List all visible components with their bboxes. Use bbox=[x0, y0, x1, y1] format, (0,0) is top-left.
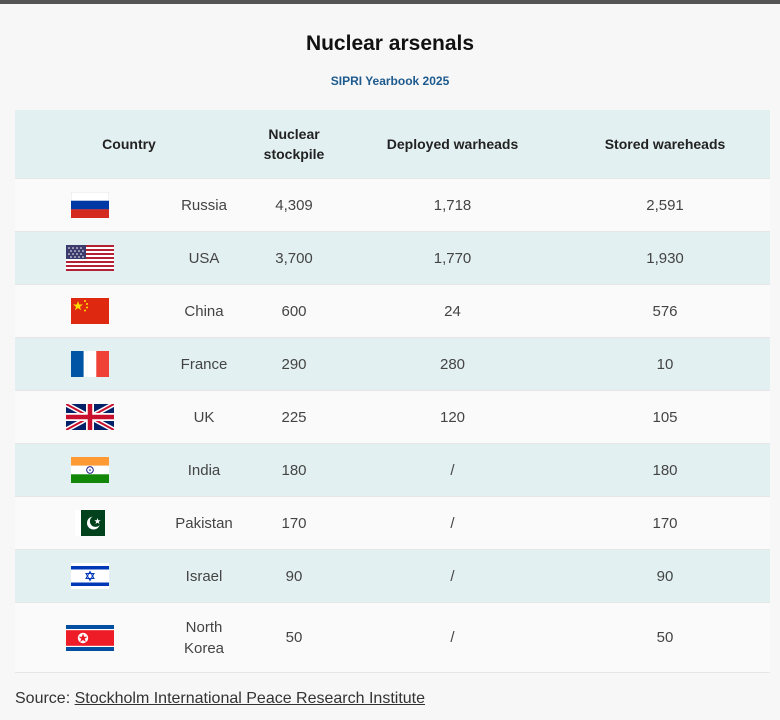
chart-subtitle: SIPRI Yearbook 2025 bbox=[330, 74, 450, 88]
deployed-cell: / bbox=[345, 443, 561, 497]
header-stored: Stored wareheads bbox=[560, 110, 771, 179]
deployed-cell: / bbox=[345, 549, 561, 603]
north-korea-flag-icon bbox=[66, 624, 114, 651]
country-cell: UK bbox=[165, 390, 244, 444]
country-cell: North Korea bbox=[165, 602, 244, 673]
stored-cell: 170 bbox=[560, 496, 771, 550]
deployed-cell: 1,770 bbox=[345, 231, 561, 285]
table-row: China 600 24 576 bbox=[15, 284, 771, 338]
country-cell: Israel bbox=[165, 549, 244, 603]
stockpile-cell: 170 bbox=[243, 496, 346, 550]
source-prefix: Source: bbox=[15, 690, 71, 707]
usa-flag-icon bbox=[66, 245, 114, 271]
header-country: Country bbox=[15, 110, 244, 179]
deployed-cell: 1,718 bbox=[345, 178, 561, 232]
deployed-cell: 120 bbox=[345, 390, 561, 444]
country-cell: Russia bbox=[165, 178, 244, 232]
header-stockpile-line1: Nuclear bbox=[268, 126, 320, 142]
arsenals-table: Country Nuclear stockpile Deployed warhe… bbox=[15, 110, 771, 673]
stockpile-cell: 3,700 bbox=[243, 231, 346, 285]
stored-cell: 180 bbox=[560, 443, 771, 497]
chart-card: Nuclear arsenals SIPRI Yearbook 2025 Cou… bbox=[0, 0, 780, 720]
stockpile-cell: 50 bbox=[243, 602, 346, 673]
deployed-cell: 24 bbox=[345, 284, 561, 338]
china-flag-icon bbox=[71, 298, 109, 324]
stored-cell: 50 bbox=[560, 602, 771, 673]
stockpile-cell: 290 bbox=[243, 337, 346, 391]
pakistan-flag-icon bbox=[75, 510, 105, 536]
stockpile-cell: 90 bbox=[243, 549, 346, 603]
stored-cell: 10 bbox=[560, 337, 771, 391]
stored-cell: 576 bbox=[560, 284, 771, 338]
country-cell: India bbox=[165, 443, 244, 497]
stored-cell: 90 bbox=[560, 549, 771, 603]
table-row: USA 3,700 1,770 1,930 bbox=[15, 231, 771, 285]
uk-flag-icon bbox=[66, 404, 114, 430]
table-row: Israel 90 / 90 bbox=[15, 549, 771, 603]
deployed-cell: / bbox=[345, 602, 561, 673]
country-cell: USA bbox=[165, 231, 244, 285]
russia-flag-icon bbox=[71, 192, 109, 218]
table-row: Russia 4,309 1,718 2,591 bbox=[15, 178, 771, 232]
stored-cell: 1,930 bbox=[560, 231, 771, 285]
header-stockpile: Nuclear stockpile bbox=[243, 110, 346, 179]
stockpile-cell: 600 bbox=[243, 284, 346, 338]
country-cell: China bbox=[165, 284, 244, 338]
country-line1: North bbox=[185, 618, 223, 636]
stockpile-cell: 180 bbox=[243, 443, 346, 497]
table-row: North Korea 50 / 50 bbox=[15, 602, 771, 673]
chart-title: Nuclear arsenals bbox=[305, 32, 475, 55]
deployed-cell: 280 bbox=[345, 337, 561, 391]
stockpile-cell: 4,309 bbox=[243, 178, 346, 232]
header-stockpile-line2: stockpile bbox=[263, 146, 325, 162]
stored-cell: 2,591 bbox=[560, 178, 771, 232]
table-row: Pakistan 170 / 170 bbox=[15, 496, 771, 550]
table-row: India 180 / 180 bbox=[15, 443, 771, 497]
stockpile-cell: 225 bbox=[243, 390, 346, 444]
france-flag-icon bbox=[71, 351, 109, 377]
source-link[interactable]: Stockholm International Peace Research I… bbox=[75, 690, 425, 707]
table-header-row: Country Nuclear stockpile Deployed warhe… bbox=[15, 110, 771, 179]
country-line2: Korea bbox=[183, 639, 225, 657]
country-cell: Pakistan bbox=[165, 496, 244, 550]
deployed-cell: / bbox=[345, 496, 561, 550]
header-deployed: Deployed warheads bbox=[345, 110, 561, 179]
table-row: France 290 280 10 bbox=[15, 337, 771, 391]
stored-cell: 105 bbox=[560, 390, 771, 444]
source-note: Source: Stockholm International Peace Re… bbox=[15, 690, 425, 708]
table-row: UK 225 120 105 bbox=[15, 390, 771, 444]
country-cell: France bbox=[165, 337, 244, 391]
israel-flag-icon bbox=[71, 563, 109, 589]
india-flag-icon bbox=[71, 457, 109, 483]
